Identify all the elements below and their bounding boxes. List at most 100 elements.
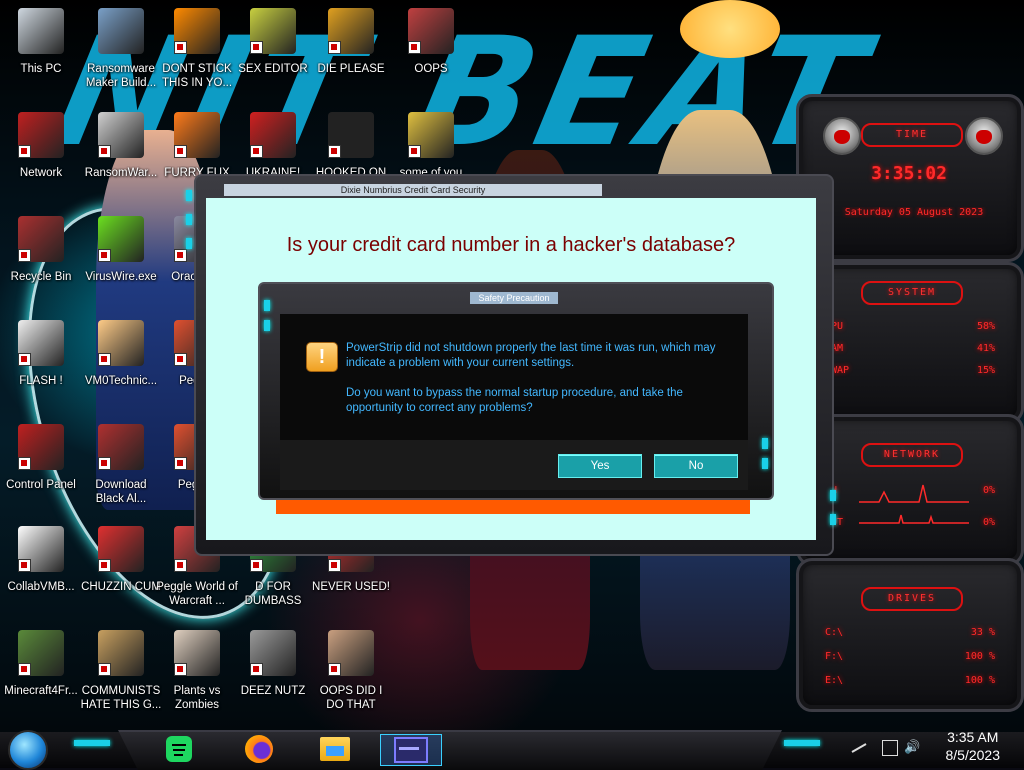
desktop-icon-image [174,630,220,676]
desktop-icon[interactable]: COMMUNISTS HATE THIS G... [80,624,162,722]
desktop-icon-label: Plants vs Zombies [173,685,221,711]
system-tray-chevron-icon[interactable] [850,741,868,753]
taskbar-time: 3:35 AM [947,729,999,745]
shortcut-arrow-icon [408,145,421,158]
widget-row-value: 15% [976,365,995,376]
widget-row: OUT0% [825,517,995,528]
shortcut-arrow-icon [328,559,341,572]
desktop-icon[interactable]: RansomWar... [80,106,162,204]
frame-light [830,490,836,501]
desktop-icon-image [18,630,64,676]
inner-dialog-title[interactable]: Safety Precaution [470,292,558,304]
wallpaper-star [680,0,780,58]
shortcut-arrow-icon [250,41,263,54]
taskbar-dock [118,730,782,770]
desktop-icon[interactable]: Ransomware Maker Build... [80,2,162,100]
widget-row: E:\ 100 % [825,675,995,686]
frame-light [762,438,768,449]
warning-icon: ! [306,342,338,372]
desktop-icon-label: DIE PLEASE [317,63,385,75]
desktop-icon-image [328,112,374,158]
widget-row-value: 100 % [964,675,995,686]
shortcut-arrow-icon [174,41,187,54]
desktop-icon[interactable]: DIE PLEASE [310,2,392,100]
shortcut-arrow-icon [174,559,187,572]
shortcut-arrow-icon [18,249,31,262]
shortcut-arrow-icon [98,559,111,572]
desktop-icon-label: COMMUNISTS HATE THIS G... [80,685,162,711]
time-widget-title: TIME [861,123,963,147]
desktop-icon-image [98,320,144,366]
volume-icon[interactable]: 🔊 [904,739,920,755]
desktop-icon[interactable]: OOPS [390,2,472,100]
shortcut-arrow-icon [328,145,341,158]
frame-light [186,190,192,201]
dialog-heading: Is your credit card number in a hacker's… [286,234,736,256]
desktop-icon[interactable]: VM0Technic... [80,314,162,412]
desktop-icon[interactable]: Download Black Al... [80,418,162,516]
shortcut-arrow-icon [18,145,31,158]
widget-row: F:\ 100 % [825,651,995,662]
shortcut-arrow-icon [98,457,111,470]
desktop-icon[interactable]: Minecraft4Fr... [0,624,82,722]
window-app-icon[interactable] [380,734,442,766]
desktop-icon[interactable]: CollabVMB... [0,520,82,618]
desktop-icon[interactable]: FLASH ! [0,314,82,412]
desktop-icon[interactable]: DONT STICK THIS IN YO... [156,2,238,100]
desktop-icon[interactable]: Control Panel [0,418,82,516]
desktop-icon[interactable]: Recycle Bin [0,210,82,308]
desktop-icon-image [328,630,374,676]
network-icon[interactable] [882,740,898,756]
desktop-icon-image [408,8,454,54]
desktop-icon-image [174,8,220,54]
shortcut-arrow-icon [174,249,187,262]
desktop-icon-label: DEEZ NUTZ [240,685,306,697]
widget-row-label: F:\ [825,651,844,662]
file-explorer-icon[interactable] [316,734,354,764]
desktop-icon[interactable]: CHUZZIN CUM [80,520,162,618]
desktop-icon[interactable]: OOPS DID I DO THAT [310,624,392,722]
desktop-icon[interactable]: VirusWire.exe [80,210,162,308]
desktop-icon-image [98,630,144,676]
taskbar-date: 8/5/2023 [945,747,1001,763]
shortcut-arrow-icon [408,41,421,54]
taskbar-clock[interactable]: 3:35 AM 8/5/2023 [946,728,1001,764]
desktop-icon[interactable]: Plants vs Zombies [156,624,238,722]
shortcut-arrow-icon [250,145,263,158]
dialog-message-line-2: Do you want to bypass the normal startup… [346,387,683,414]
desktop-icon-label: Recycle Bin [10,271,72,283]
desktop-icon-label: Ransomware Maker Build... [85,63,157,89]
shortcut-arrow-icon [18,559,31,572]
widget-row-label: E:\ [825,675,844,686]
frame-light [186,238,192,249]
desktop-icon-image [98,424,144,470]
desktop-icon-label: NEVER USED! [312,581,390,593]
shortcut-arrow-icon [328,41,341,54]
shortcut-arrow-icon [174,457,187,470]
yes-button[interactable]: Yes [558,454,642,478]
widget-row: CPU 58% [825,321,995,332]
desktop-icon-label: CHUZZIN CUM [81,581,161,593]
network-widget-title: NETWORK [861,443,963,467]
desktop-icon-label: FLASH ! [19,375,63,387]
dialog-title[interactable]: Dixie Numbrius Credit Card Security [224,184,602,196]
desktop-icon[interactable]: Network [0,106,82,204]
desktop-icon[interactable]: SEX EDITOR [232,2,314,100]
desktop-icon-label: D FOR DUMBASS [244,581,302,607]
no-button[interactable]: No [654,454,738,478]
desktop-icon-image [250,8,296,54]
widget-row-value: 0% [982,485,995,496]
desktop-icon-image [18,424,64,470]
desktop-icon-image [328,8,374,54]
spotify-icon[interactable] [160,734,198,764]
start-button[interactable] [8,730,48,770]
shortcut-arrow-icon [98,145,111,158]
firefox-icon[interactable] [240,734,278,764]
desktop-icon-label: OOPS DID I DO THAT [319,685,383,711]
frame-light [762,458,768,469]
widget-row-value: 100 % [964,651,995,662]
desktop-icon[interactable]: This PC [0,2,82,100]
drives-widget: DRIVES C:\ 33 % F:\ 100 % E:\ 100 % [796,558,1024,712]
alien-icon [965,117,1003,155]
desktop-icon[interactable]: DEEZ NUTZ [232,624,314,722]
